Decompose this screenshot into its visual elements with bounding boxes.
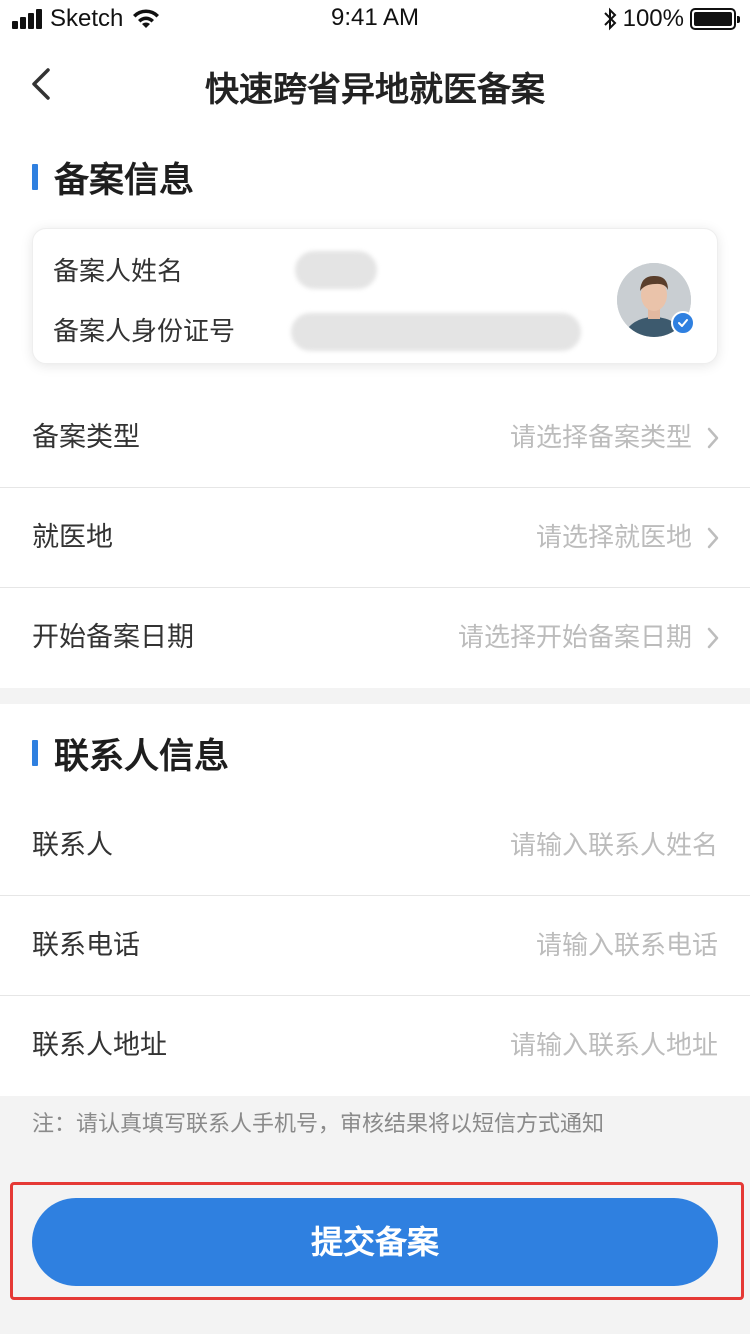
contact-name-input[interactable]: 请输入联系人姓名 [510,796,718,896]
page: Sketch 9:41 AM 100% 快速跨省异地就医备案 备案信息 备案人姓… [0,0,750,1334]
contact-phone-row: 联系电话 请输入联系电话 [0,896,750,996]
verified-check-icon [671,311,695,335]
filer-name-label: 备案人姓名 [53,257,184,287]
contact-phone-input[interactable]: 请输入联系电话 [536,896,718,996]
contact-name-row: 联系人 请输入联系人姓名 [0,796,750,896]
start-date-label: 开始备案日期 [32,622,194,653]
chevron-right-icon [707,527,719,549]
filer-id-label: 备案人身份证号 [53,317,236,347]
nav-bar: 快速跨省异地就医备案 [0,40,750,128]
filing-section-title: 备案信息 [32,152,194,202]
status-right: 100% [603,5,740,32]
filer-card: 备案人姓名 备案人身份证号 [32,228,718,364]
filing-type-row[interactable]: 备案类型 请选择备案类型 [0,388,750,488]
sms-notice: 注：请认真填写联系人手机号，审核结果将以短信方式通知 [32,1112,605,1137]
filer-name-value-blurred [295,251,377,289]
contact-address-row: 联系人地址 请输入联系人地址 [0,996,750,1096]
medical-location-placeholder: 请选择就医地 [535,523,692,553]
filing-type-placeholder: 请选择备案类型 [509,423,692,453]
contact-phone-label: 联系电话 [32,930,140,961]
contact-address-input[interactable]: 请输入联系人地址 [510,996,718,1096]
filing-type-label: 备案类型 [32,422,140,453]
section-divider [0,688,750,704]
bluetooth-icon [603,7,617,31]
page-title: 快速跨省异地就医备案 [205,70,545,110]
contact-name-label: 联系人 [32,830,113,861]
start-date-row[interactable]: 开始备案日期 请选择开始备案日期 [0,588,750,688]
status-bar: Sketch 9:41 AM 100% [0,0,750,40]
section-accent-bar [32,164,38,190]
chevron-right-icon [707,427,719,449]
filer-id-value-blurred [291,313,581,351]
medical-location-row[interactable]: 就医地 请选择就医地 [0,488,750,588]
section-accent-bar [32,740,38,766]
chevron-right-icon [707,627,719,649]
medical-location-label: 就医地 [32,522,113,553]
contact-section-title-text: 联系人信息 [54,736,230,777]
avatar [617,263,695,337]
filing-section-title-text: 备案信息 [54,160,195,201]
contact-address-label: 联系人地址 [32,1030,167,1061]
battery-icon [690,8,740,30]
submit-button[interactable]: 提交备案 [32,1198,718,1286]
battery-percent: 100% [622,5,684,32]
start-date-placeholder: 请选择开始备案日期 [457,623,692,653]
bottom-area: 注：请认真填写联系人手机号，审核结果将以短信方式通知 提交备案 [0,1096,750,1334]
contact-section-title: 联系人信息 [32,728,229,778]
